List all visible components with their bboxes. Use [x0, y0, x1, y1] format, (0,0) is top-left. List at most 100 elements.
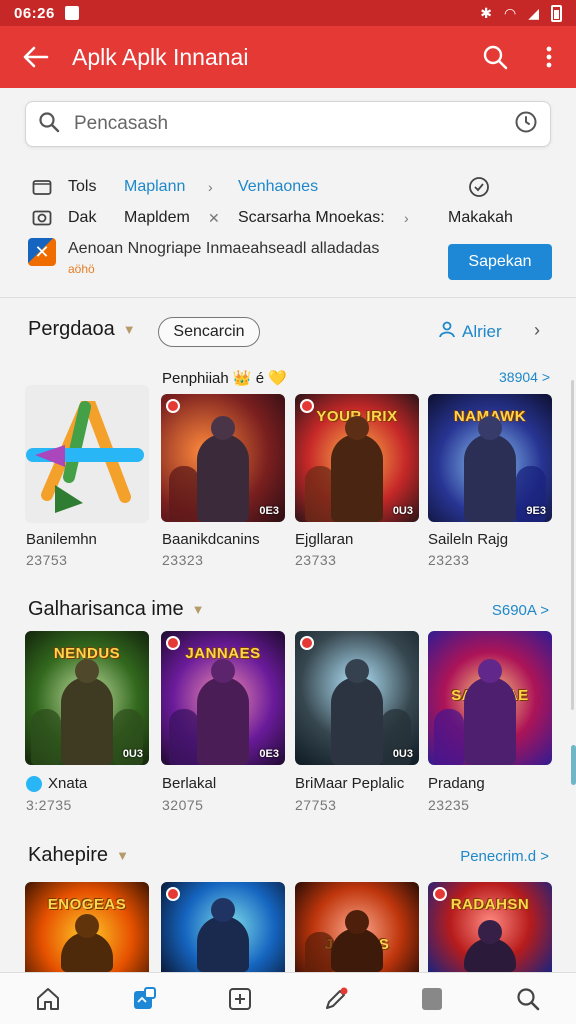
tile-art-title: RADAHSN [450, 896, 530, 913]
art-hero [61, 932, 113, 972]
filter-scarsarha[interactable]: Scarsarha Mnoekas: [238, 209, 385, 227]
chevron-down-icon: ▼ [116, 848, 129, 863]
filter-pill[interactable]: Sencarcin [158, 317, 260, 347]
app-count: 23233 [428, 552, 470, 568]
app-count: 32075 [162, 797, 204, 813]
promo-subtext: aöhö [68, 262, 95, 276]
scrollbar[interactable] [571, 380, 574, 710]
app-count: 23323 [162, 552, 204, 568]
app-tile[interactable]: SAMAPAE [428, 631, 552, 765]
alt-link[interactable]: Alrier [438, 320, 502, 343]
chevron-right-icon[interactable]: › [534, 320, 540, 341]
filter-mapldem[interactable]: Mapldem [124, 209, 190, 227]
status-time: 06:26 [14, 4, 55, 22]
app-tile[interactable] [161, 882, 285, 972]
art-hero [331, 928, 383, 972]
divider [0, 297, 576, 298]
app-tile[interactable]: RADAHSN [428, 882, 552, 972]
back-arrow-icon[interactable] [0, 26, 72, 88]
bottom-navigation [0, 972, 576, 1024]
app-name: Xnata [48, 775, 88, 792]
art-hero [464, 677, 516, 765]
filter-makakah[interactable]: Makakah [448, 209, 513, 227]
app-count: 3:2735 [26, 797, 72, 813]
tile-badge: 0U3 [392, 505, 413, 517]
notification-icon [64, 6, 79, 20]
add-box-icon[interactable] [216, 975, 264, 1023]
scroll-handle[interactable] [571, 745, 576, 785]
app-tile[interactable]: NENDUS 0U3 [25, 631, 149, 765]
filter-row-1: Tols Maplann › Venhaones [28, 176, 558, 198]
section-1-more-link[interactable]: 38904 > [499, 369, 550, 385]
app-tile[interactable]: JANNAS [295, 882, 419, 972]
apps-icon[interactable] [120, 975, 168, 1023]
search-icon[interactable] [504, 975, 552, 1023]
section-2-title: Galharisanca ime [28, 598, 184, 620]
section-2-more-link[interactable]: S690A > [492, 602, 549, 619]
promo-button[interactable]: Sapekan [448, 244, 552, 280]
more-vert-icon[interactable] [522, 26, 576, 88]
filter-row-2: Dak Mapldem ✕ Scarsarha Mnoekas: › Makak… [28, 207, 558, 229]
app-count: 23753 [26, 552, 68, 568]
filter-tols[interactable]: Tols [68, 178, 96, 196]
app-name[interactable]: Baanikdcanins [162, 531, 260, 548]
history-icon[interactable] [514, 110, 538, 139]
app-tile[interactable]: ENOGEAS [25, 882, 149, 972]
art-hero [331, 434, 383, 522]
promo-logo-icon: ✕ [28, 238, 56, 266]
app-count: 27753 [295, 797, 337, 813]
chevron-down-icon: ▼ [122, 322, 136, 337]
art-figure [169, 466, 199, 522]
tile-art-title: ENOGEAS [47, 896, 127, 913]
search-icon [38, 111, 60, 138]
art-hero [197, 434, 249, 522]
section-3-title-wrap[interactable]: Kahepire ▼ [28, 844, 129, 867]
wifi-icon: ◠ [504, 4, 517, 21]
app-tile[interactable]: JANNAES 0E3 [161, 631, 285, 765]
art-hero [61, 677, 113, 765]
app-count: 23733 [295, 552, 337, 568]
tile-badge: 0E3 [259, 748, 279, 760]
art-figure [434, 709, 464, 765]
app-name-wrap[interactable]: Xnata [26, 775, 87, 792]
app-name[interactable]: BriMaar Peplalic [295, 775, 404, 792]
section-2-title-wrap[interactable]: Galharisanca ime ▼ [28, 598, 205, 621]
app-name[interactable]: Ejgllaran [295, 531, 353, 548]
battery-icon [551, 4, 562, 22]
app-tile[interactable]: 0U3 [295, 631, 419, 765]
app-tile[interactable]: 0E3 [161, 394, 285, 522]
app-small-icon [26, 775, 42, 792]
chevron-down-icon: ▼ [191, 602, 205, 617]
app-tile[interactable]: NAMAWK 9E3 [428, 394, 552, 522]
signal-icon: ◢ [528, 4, 539, 21]
square-icon[interactable] [408, 975, 456, 1023]
art-hero [464, 938, 516, 972]
section-1-title-wrap[interactable]: Pergdaoa ▼ [28, 318, 136, 341]
section-3-more-link[interactable]: Penecrim.d > [460, 848, 549, 865]
art-hero [197, 916, 249, 972]
app-name[interactable]: Saileln Rajg [428, 531, 508, 548]
search-icon[interactable] [468, 26, 522, 88]
art-hero [197, 677, 249, 765]
promo-text: Aenoan Nnogriape Inmaeahseadl alladadas [68, 240, 380, 257]
section-1-title: Pergdaoa [28, 318, 115, 340]
shield-icon[interactable] [468, 176, 490, 198]
status-icons: ✱ ◠ ◢ [480, 4, 562, 22]
app-name[interactable]: Banilemhn [26, 531, 97, 548]
home-icon[interactable] [24, 975, 72, 1023]
filter-venhaones[interactable]: Venhaones [238, 178, 318, 196]
app-tile-logo[interactable] [25, 385, 149, 523]
search-input[interactable] [74, 113, 514, 135]
app-tile[interactable]: YOUR IRIX 0U3 [295, 394, 419, 522]
camera-icon [32, 209, 52, 227]
app-name[interactable]: Pradang [428, 775, 485, 792]
filter-dak[interactable]: Dak [68, 209, 96, 227]
app-name[interactable]: Berlakal [162, 775, 216, 792]
tile-badge: 0U3 [122, 748, 143, 760]
search-bar[interactable] [25, 101, 551, 147]
tile-badge: 9E3 [526, 505, 546, 517]
filter-maplann[interactable]: Maplann [124, 178, 185, 196]
edit-icon[interactable] [312, 975, 360, 1023]
bluetooth-icon: ✱ [480, 4, 492, 21]
app-count: 23235 [428, 797, 470, 813]
